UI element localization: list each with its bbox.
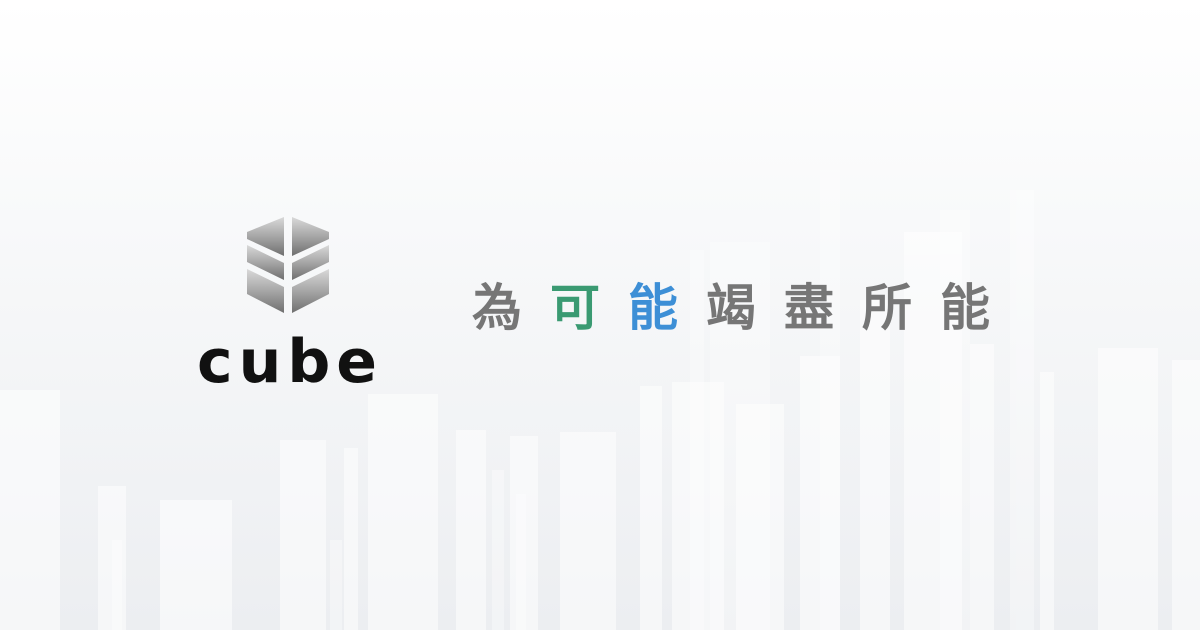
layered-cube-icon xyxy=(247,217,329,313)
tagline-char: 所 xyxy=(862,279,912,337)
hero-banner: { "brand": { "name": "cube", "logo_icon"… xyxy=(0,0,1200,630)
brand-name: cube xyxy=(197,330,383,397)
tagline-char: 可 xyxy=(550,279,600,337)
tagline-char: 竭 xyxy=(706,279,756,337)
tagline-char: 能 xyxy=(940,279,990,337)
tagline-char: 為 xyxy=(472,279,522,337)
tagline-char: 能 xyxy=(628,279,678,337)
tagline: 為可能竭盡所能 xyxy=(472,276,990,340)
tagline-char: 盡 xyxy=(784,279,834,337)
cube-wordmark: cube xyxy=(197,330,383,397)
